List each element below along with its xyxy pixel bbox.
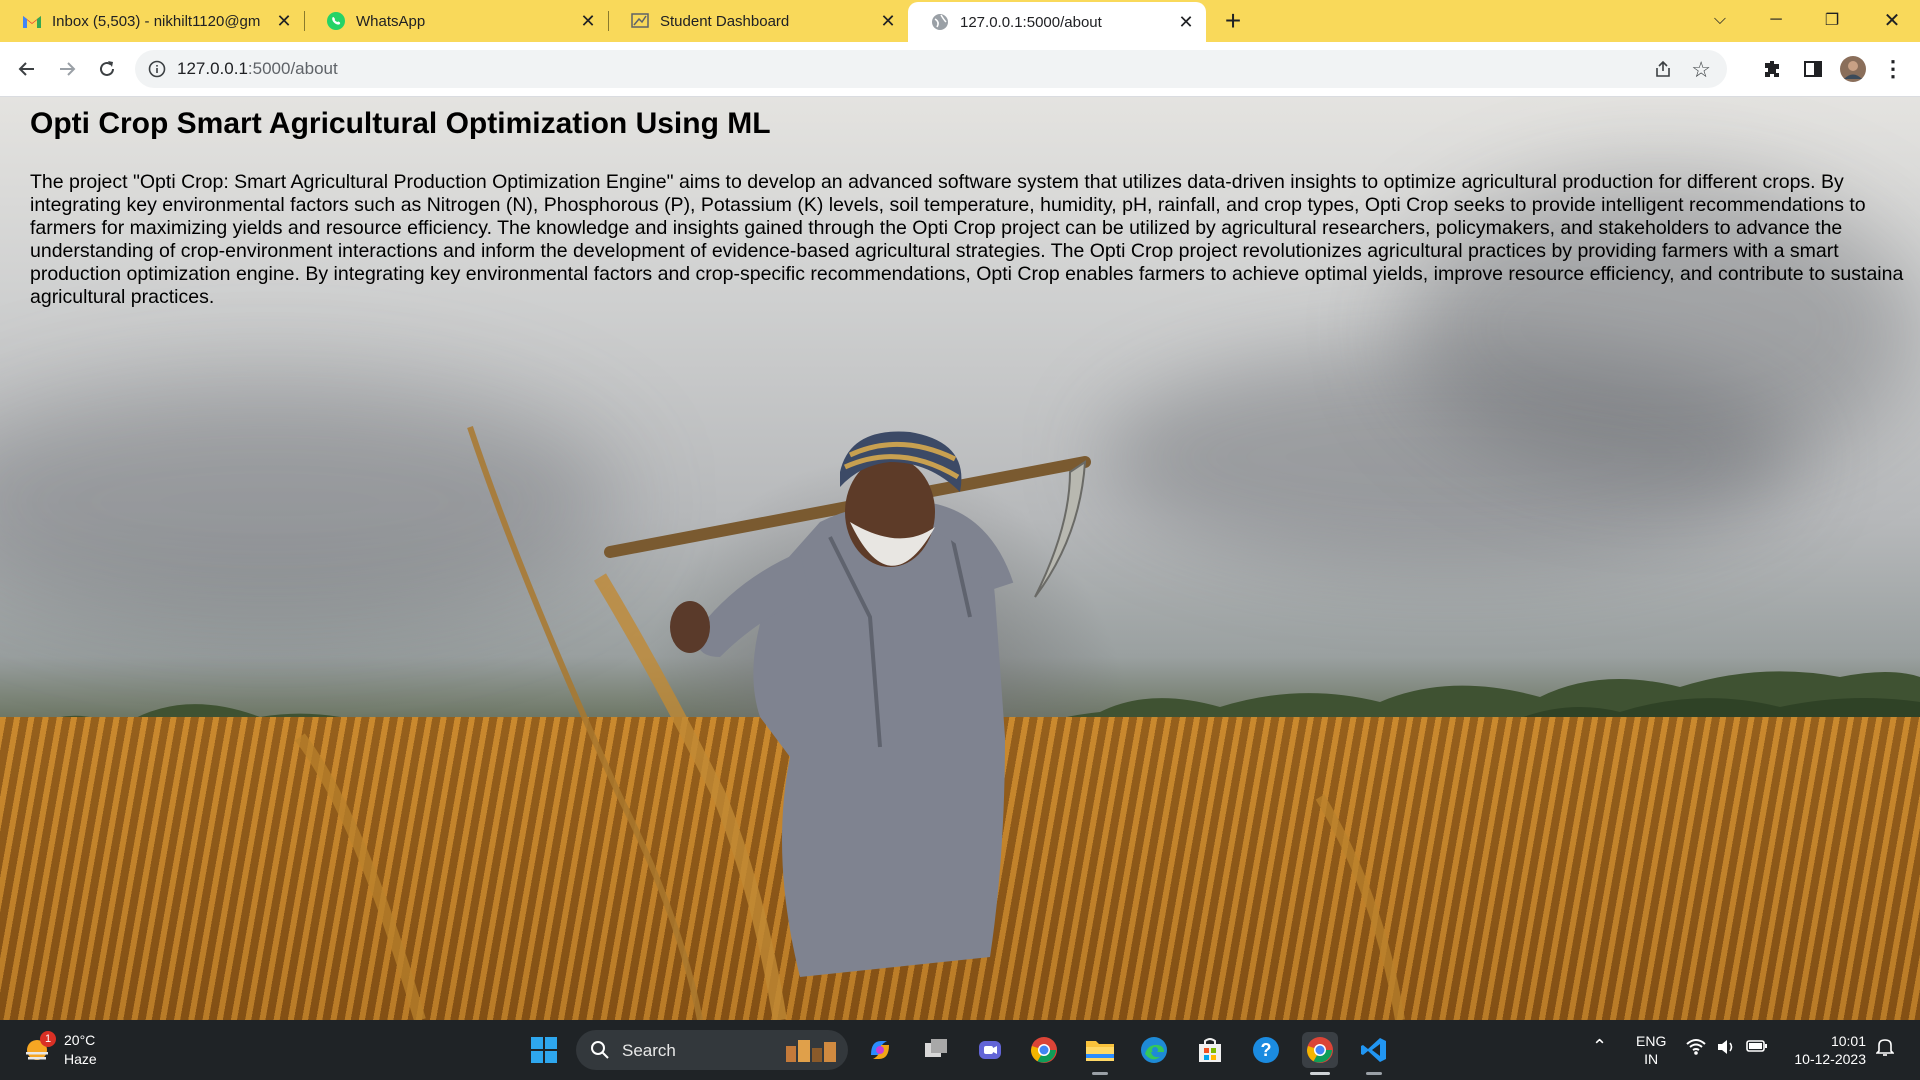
browser-menu-icon[interactable]: ⋮ (1878, 54, 1908, 84)
taskbar-search[interactable]: Search (576, 1030, 848, 1070)
language-region: IN (1644, 1051, 1659, 1067)
share-icon[interactable] (1653, 59, 1673, 79)
notifications-bell-icon[interactable] (1875, 1037, 1895, 1060)
about-page: Opti Crop Smart Agricultural Optimizatio… (0, 97, 1920, 1020)
globe-icon (930, 12, 950, 32)
browser-toolbar: 127.0.0.1:5000/about ☆ ⋮ (0, 42, 1920, 97)
back-arrow-icon (18, 62, 34, 76)
svg-text:?: ? (1261, 1040, 1272, 1060)
page-title: Opti Crop Smart Agricultural Optimizatio… (30, 107, 771, 140)
url-text: 127.0.0.1:5000/about (177, 59, 338, 79)
tab-search-chevron-icon[interactable]: ⌵ (1692, 0, 1748, 40)
weather-condition: Haze (64, 1051, 97, 1067)
close-tab-icon[interactable]: ✕ (1174, 10, 1198, 34)
tab-about[interactable]: 127.0.0.1:5000/about ✕ (908, 2, 1206, 42)
close-tab-icon[interactable]: ✕ (576, 9, 600, 33)
forward-arrow-icon (60, 62, 76, 76)
weather-temp: 20°C (64, 1032, 96, 1048)
profile-avatar[interactable] (1838, 54, 1868, 84)
wifi-icon[interactable] (1686, 1038, 1706, 1059)
search-highlight-icon (786, 1040, 836, 1062)
chrome-icon[interactable] (1026, 1032, 1062, 1068)
tab-whatsapp[interactable]: WhatsApp ✕ (304, 0, 609, 42)
url-host: 127.0.0.1 (177, 59, 248, 78)
site-info-icon[interactable] (147, 59, 167, 79)
back-button[interactable] (12, 54, 42, 84)
minimize-button[interactable]: ─ (1748, 0, 1804, 40)
battery-icon[interactable] (1746, 1038, 1768, 1057)
copilot-icon[interactable] (862, 1032, 898, 1068)
active-indicator (1310, 1072, 1330, 1075)
about-content: Opti Crop Smart Agricultural Optimizatio… (30, 97, 1910, 309)
close-tab-icon[interactable]: ✕ (876, 9, 900, 33)
tab-gmail[interactable]: Inbox (5,503) - nikhilt1120@gm ✕ (0, 0, 305, 42)
weather-widget[interactable]: 1 20°C Haze (22, 1028, 97, 1072)
windows-taskbar: 1 20°C Haze Search ? ⌃ ENG IN 10:01 10-1… (0, 1020, 1920, 1080)
clock-time: 10:01 (1830, 1033, 1866, 1049)
clock-date: 10-12-2023 (1794, 1051, 1866, 1067)
edge-icon[interactable] (1136, 1032, 1172, 1068)
show-hidden-icons-chevron-icon[interactable]: ⌃ (1592, 1036, 1607, 1057)
side-panel-icon[interactable] (1798, 54, 1828, 84)
weather-haze-icon: 1 (22, 1031, 56, 1065)
url-path: :5000/about (247, 59, 338, 78)
reload-button[interactable] (92, 54, 122, 84)
chrome-active-icon[interactable] (1302, 1032, 1338, 1068)
system-clock[interactable]: 10:01 10-12-2023 (1786, 1032, 1866, 1068)
extensions-icon[interactable] (1758, 54, 1788, 84)
windows-logo-icon (531, 1037, 557, 1063)
tab-student-dashboard[interactable]: Student Dashboard ✕ (608, 0, 908, 42)
new-tab-button[interactable]: + (1218, 5, 1248, 36)
gmail-icon (22, 11, 42, 31)
file-explorer-icon[interactable] (1082, 1032, 1118, 1068)
tab-title: WhatsApp (356, 12, 426, 30)
search-icon (591, 1041, 609, 1059)
tab-title: Student Dashboard (660, 12, 790, 30)
about-paragraph: The project "Opti Crop: Smart Agricultur… (30, 171, 1904, 308)
close-tab-icon[interactable]: ✕ (272, 9, 296, 33)
tab-strip: Inbox (5,503) - nikhilt1120@gm ✕ WhatsAp… (0, 0, 1920, 42)
get-help-icon[interactable]: ? (1248, 1032, 1284, 1068)
close-window-button[interactable]: ✕ (1864, 0, 1920, 40)
language-code: ENG (1636, 1033, 1667, 1049)
microsoft-store-icon[interactable] (1192, 1032, 1228, 1068)
search-label: Search (622, 1041, 676, 1060)
volume-icon[interactable] (1716, 1038, 1736, 1059)
address-bar[interactable]: 127.0.0.1:5000/about ☆ (135, 50, 1727, 88)
language-indicator[interactable]: ENG IN (1636, 1032, 1666, 1068)
whatsapp-icon (326, 11, 346, 31)
vscode-icon[interactable] (1356, 1032, 1392, 1068)
running-indicator (1092, 1072, 1108, 1075)
teams-chat-icon[interactable] (972, 1032, 1008, 1068)
dashboard-icon (630, 11, 650, 31)
tab-title: Inbox (5,503) - nikhilt1120@gm (52, 12, 261, 30)
running-indicator (1366, 1072, 1382, 1075)
forward-button[interactable] (52, 54, 82, 84)
restore-button[interactable]: ❐ (1804, 0, 1860, 40)
task-view-icon[interactable] (918, 1032, 954, 1068)
bookmark-star-icon[interactable]: ☆ (1691, 57, 1711, 83)
reload-icon (100, 61, 114, 76)
weather-badge: 1 (40, 1031, 56, 1047)
start-button[interactable] (526, 1032, 562, 1068)
tab-title: 127.0.0.1:5000/about (960, 13, 1102, 31)
